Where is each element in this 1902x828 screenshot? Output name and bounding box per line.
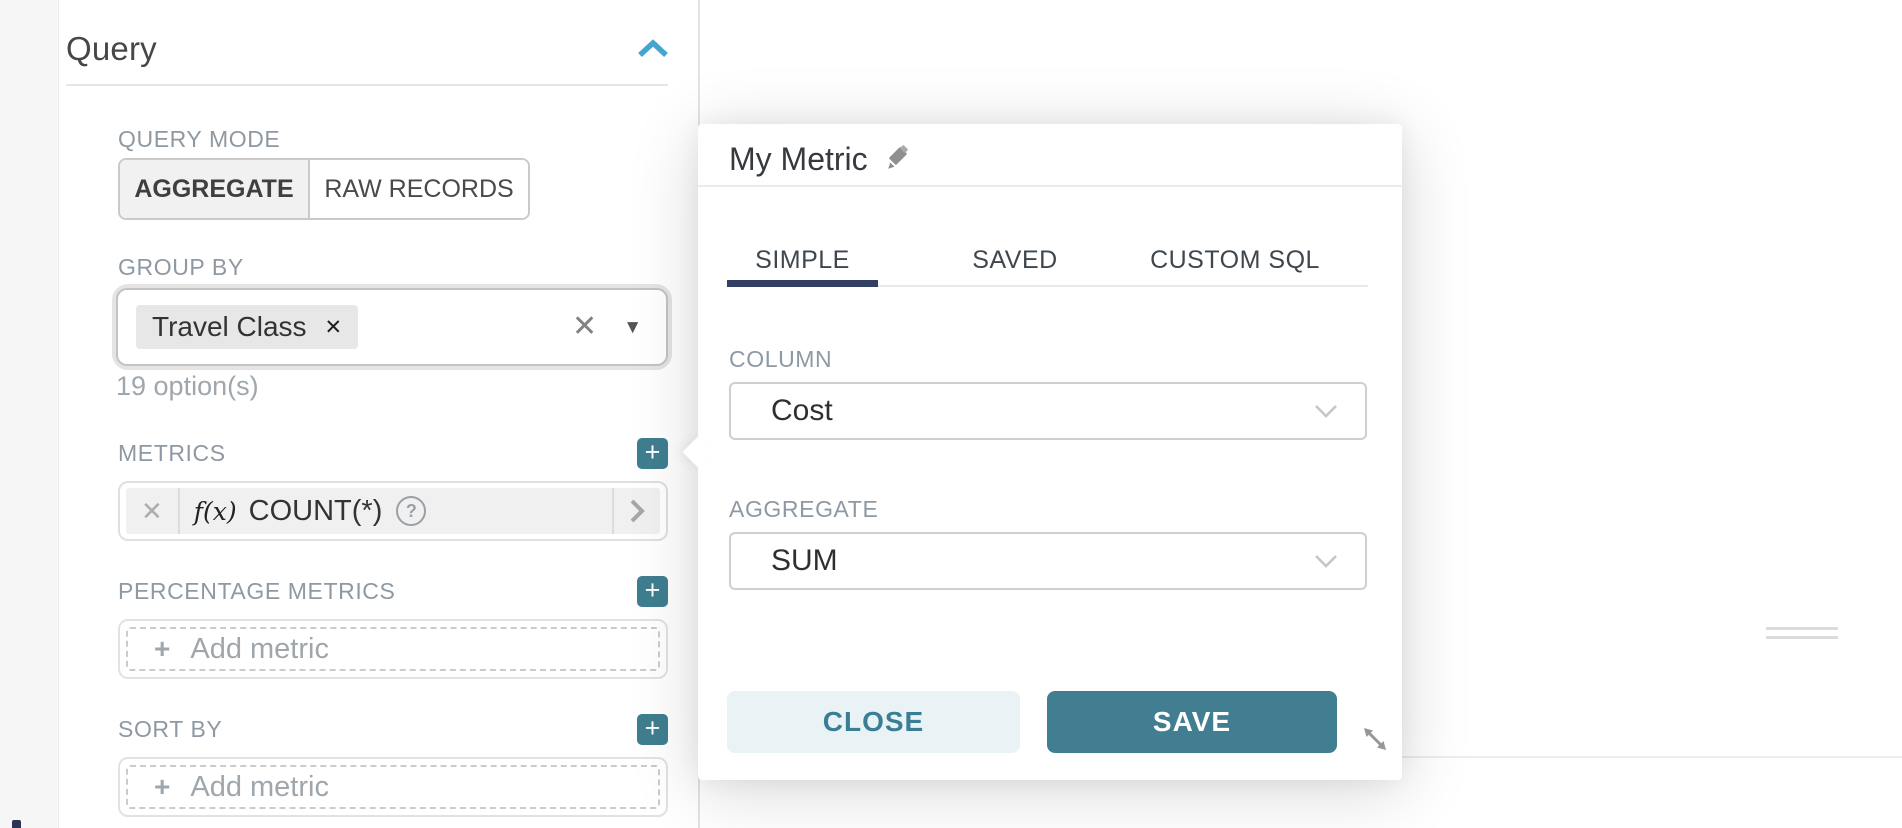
tab-saved[interactable]: SAVED xyxy=(972,238,1057,282)
collapse-query-button[interactable] xyxy=(634,34,672,64)
select-clear-icon[interactable]: ✕ xyxy=(572,312,597,342)
popover-title: My Metric xyxy=(729,141,868,178)
group-by-options-count: 19 option(s) xyxy=(116,371,259,402)
percentage-add-metric-dropzone[interactable]: + Add metric xyxy=(126,627,660,671)
aggregate-select-value: SUM xyxy=(771,544,838,578)
metric-edit-popover: My Metric SIMPLE SAVED CUSTOM SQL COLUMN… xyxy=(698,124,1402,780)
add-metric-placeholder: Add metric xyxy=(190,771,329,804)
help-icon[interactable]: ? xyxy=(396,496,426,526)
sort-by-box: + Add metric xyxy=(118,757,668,817)
chip-remove-icon[interactable]: ✕ xyxy=(325,315,343,340)
resize-diagonal-icon[interactable] xyxy=(1360,724,1390,754)
query-divider xyxy=(66,84,668,86)
active-tab-underline xyxy=(727,280,878,287)
metric-chip[interactable]: ✕ f(x) COUNT(*) ? xyxy=(126,488,660,534)
query-mode-raw-records-button[interactable]: RAW RECORDS xyxy=(310,160,528,218)
group-by-chip-label: Travel Class xyxy=(152,311,307,343)
group-by-label: GROUP BY xyxy=(118,254,244,281)
metric-name: COUNT(*) xyxy=(249,495,383,528)
tab-simple[interactable]: SIMPLE xyxy=(727,238,878,282)
column-select[interactable]: Cost xyxy=(729,382,1367,440)
drag-handle-line xyxy=(1766,627,1838,630)
popover-pointer xyxy=(682,436,713,467)
add-metric-button[interactable]: + xyxy=(637,438,668,469)
save-button[interactable]: SAVE xyxy=(1047,691,1337,753)
metrics-label: METRICS xyxy=(118,440,226,467)
close-button[interactable]: CLOSE xyxy=(727,691,1020,753)
drag-handle-line xyxy=(1766,636,1838,639)
aggregate-select[interactable]: SUM xyxy=(729,532,1367,590)
select-caret-icon[interactable]: ▼ xyxy=(623,318,642,337)
query-mode-label: QUERY MODE xyxy=(118,126,280,153)
percentage-metrics-box: + Add metric xyxy=(118,619,668,679)
group-by-chip[interactable]: Travel Class ✕ xyxy=(136,305,358,349)
column-select-value: Cost xyxy=(771,394,833,428)
add-sort-metric-button[interactable]: + xyxy=(637,714,668,745)
popover-header-divider xyxy=(698,185,1402,187)
chevron-down-icon xyxy=(1311,551,1341,571)
percentage-metrics-label: PERCENTAGE METRICS xyxy=(118,578,395,605)
popover-header: My Metric xyxy=(729,136,912,182)
add-metric-placeholder: Add metric xyxy=(190,633,329,666)
group-by-select[interactable]: Travel Class ✕ ✕ ▼ xyxy=(112,284,672,370)
aggregate-label: AGGREGATE xyxy=(729,496,878,523)
horizontal-rule xyxy=(1402,756,1902,758)
chevron-down-icon xyxy=(1311,401,1341,421)
query-section-title: Query xyxy=(66,30,157,68)
bottom-left-partial-element xyxy=(12,820,21,828)
chip-divider xyxy=(178,488,180,534)
query-mode-aggregate-button[interactable]: AGGREGATE xyxy=(120,160,310,218)
chevron-up-icon xyxy=(636,39,670,59)
plus-icon: + xyxy=(154,633,170,665)
sort-add-metric-dropzone[interactable]: + Add metric xyxy=(126,765,660,809)
query-mode-segmented-control: AGGREGATE RAW RECORDS xyxy=(118,158,530,220)
fx-icon: f(x) xyxy=(194,497,237,526)
add-percentage-metric-button[interactable]: + xyxy=(637,576,668,607)
chevron-right-icon[interactable] xyxy=(614,496,660,526)
metrics-box: ✕ f(x) COUNT(*) ? xyxy=(118,481,668,541)
plus-icon: + xyxy=(154,771,170,803)
sort-by-label: SORT BY xyxy=(118,716,222,743)
edit-pencil-icon[interactable] xyxy=(884,145,912,173)
tab-custom-sql[interactable]: CUSTOM SQL xyxy=(1150,238,1320,282)
column-label: COLUMN xyxy=(729,346,832,373)
left-rail xyxy=(0,0,59,828)
metric-remove-icon[interactable]: ✕ xyxy=(126,496,178,527)
